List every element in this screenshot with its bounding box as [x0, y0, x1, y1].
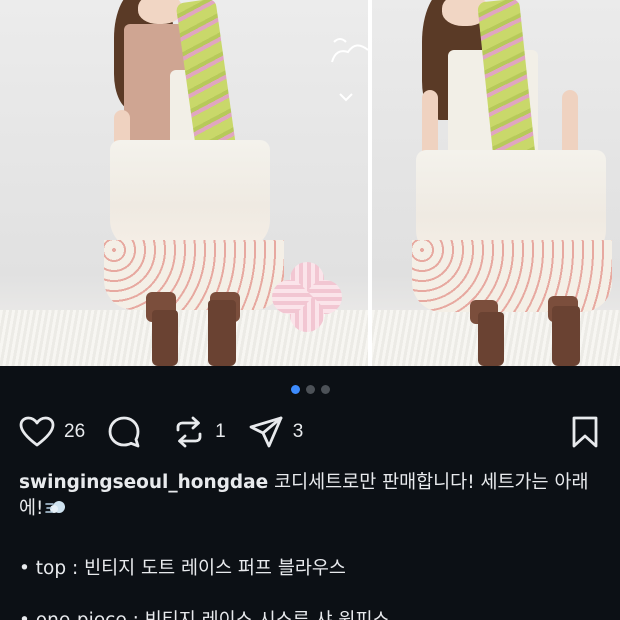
model-figure-right	[412, 0, 612, 366]
post-image-left-panel	[0, 0, 368, 366]
cloud-doodle-icon	[331, 38, 368, 102]
dash-emoji-icon	[45, 501, 66, 513]
carousel-dot-1[interactable]	[290, 385, 300, 394]
repost-count: 1	[215, 421, 226, 442]
carousel-dot-3[interactable]	[320, 385, 330, 394]
caption-list-item-top: • top : 빈티지 도트 레이스 퍼프 블라우스	[19, 558, 346, 579]
like-count: 26	[64, 421, 86, 442]
share-count: 3	[292, 421, 304, 442]
comment-button[interactable]	[107, 415, 150, 449]
flower-sticker	[264, 254, 350, 340]
post-action-bar: 26 1 3	[19, 414, 601, 450]
share-icon	[249, 416, 283, 448]
post-caption: swingingseoul_hongdae 코디세트로만 판매합니다! 세트가는…	[19, 470, 604, 522]
author-username[interactable]: swingingseoul_hongdae	[19, 472, 268, 493]
share-button[interactable]: 3	[248, 415, 304, 449]
carousel-dot-2[interactable]	[305, 385, 315, 394]
repost-button[interactable]: 1	[172, 415, 226, 449]
bookmark-button[interactable]	[571, 415, 599, 453]
post-image-right-panel	[372, 0, 620, 366]
carousel-indicator	[0, 385, 620, 394]
caption-list-item-one-piece: • one-piece : 빈티지 레이스 시스루 샤 원피스	[19, 606, 390, 620]
like-button[interactable]: 26	[19, 416, 85, 448]
model-figure-left	[100, 0, 300, 366]
repost-icon	[176, 416, 202, 448]
comment-icon	[108, 416, 140, 448]
heart-icon	[19, 416, 55, 447]
bookmark-icon	[572, 416, 598, 448]
post-image[interactable]	[0, 0, 620, 366]
